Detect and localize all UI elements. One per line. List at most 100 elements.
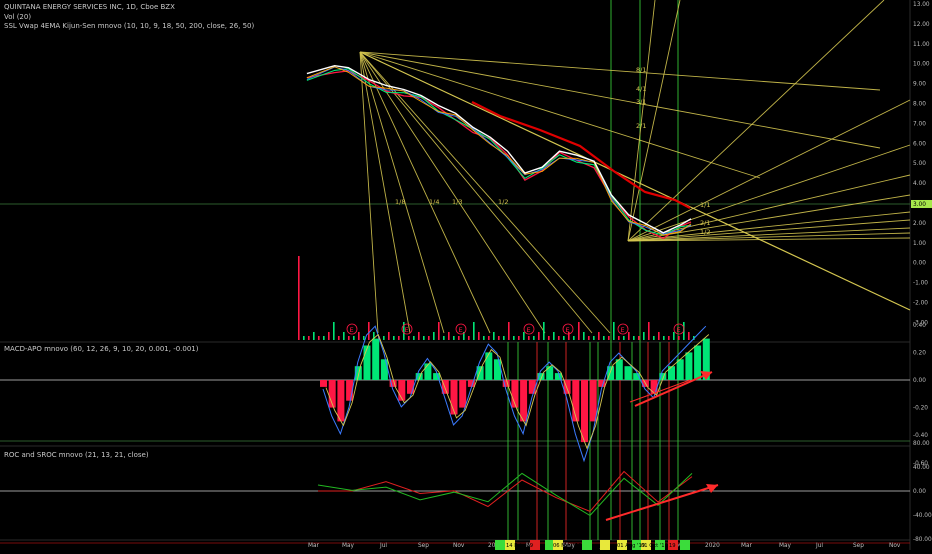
time-axis-label: Mar — [308, 543, 320, 549]
macd-axis-label: 0.00 — [913, 378, 926, 384]
volume-bar — [298, 256, 300, 340]
price-axis-label: 6.00 — [913, 141, 926, 147]
fan-line — [627, 0, 885, 242]
volume-bar — [593, 336, 595, 340]
fan-label: 8/1 — [636, 66, 646, 74]
volume-bar — [443, 336, 445, 340]
volume-bar — [688, 332, 690, 340]
volume-bar — [438, 322, 440, 340]
volume-bar — [493, 332, 495, 340]
fan-line — [627, 219, 911, 242]
macd-indicator-label[interactable]: MACD-APO mnovo (60, 12, 26, 9, 10, 20, 0… — [4, 345, 199, 353]
macd-bar — [372, 338, 380, 380]
volume-bar — [653, 336, 655, 340]
fan-label: 2/1 — [636, 122, 646, 130]
time-axis-label: Nov — [453, 543, 465, 549]
earnings-label: E — [527, 326, 531, 334]
macd-axis-label: -0.20 — [913, 406, 928, 412]
price-line-blue — [306, 66, 692, 235]
fan-label: 1/2 — [700, 228, 710, 236]
price-axis[interactable]: 13.00 12.00 11.00 10.00 9.00 8.00 7.00 6.00 5.00… — [911, 2, 932, 543]
macd-bar — [528, 380, 536, 394]
volume-bar — [558, 336, 560, 340]
roc-axis-label: 80.00 — [913, 441, 930, 447]
time-axis-label: 2020 — [705, 543, 720, 549]
fan-label: 4/1 — [636, 85, 646, 93]
macd-bar — [546, 366, 554, 380]
fan-line — [359, 51, 491, 334]
date-tag — [600, 540, 610, 550]
macd-bar — [363, 345, 371, 380]
time-axis-label: May — [342, 543, 355, 549]
volume-bar — [663, 336, 665, 340]
earnings-label: E — [459, 326, 463, 334]
date-tag-label: 19 — [669, 543, 676, 549]
time-axis-label: May — [779, 543, 792, 549]
time-axis-label: Mar — [741, 543, 753, 549]
volume-bar — [598, 332, 600, 340]
macd-bar — [494, 359, 501, 380]
fan-line — [627, 0, 681, 242]
roc-axis-label: -40.00 — [913, 513, 932, 519]
ssl-indicator-label[interactable]: SSL Vwap 4EMA Kijun-Sen mnovo (10, 10, 9… — [4, 22, 254, 30]
price-tag-label: 3.00 — [913, 202, 926, 208]
chart-root: 1/8 1/4 1/3 1/2 8/1 4/1 3/1 2/1 1/1 2/1 1/2 EEEEEE… — [0, 0, 932, 550]
volume-bar — [563, 336, 565, 340]
volume-bar — [548, 336, 550, 340]
time-axis-label: Nov — [889, 543, 901, 549]
volume-bar — [583, 332, 585, 340]
date-tag-label: 14 Feb '19 — [506, 543, 533, 549]
volume-bar — [383, 336, 385, 340]
macd-axis-label: -0.40 — [913, 433, 928, 439]
volume-bar — [393, 336, 395, 340]
volume-bar — [363, 336, 365, 340]
time-axis[interactable]: MarMayJulSepNov2019MarMayJulSepNov2020Ma… — [308, 540, 901, 550]
macd-panel — [320, 325, 713, 463]
macd-bar — [485, 352, 493, 380]
volume-bar — [388, 332, 390, 340]
price-axis-label: 8.00 — [913, 102, 926, 108]
volume-bar — [398, 336, 400, 340]
volume-bar — [543, 322, 545, 340]
volume-bar — [423, 336, 425, 340]
volume-bar — [523, 332, 525, 340]
trend-arrow — [605, 484, 719, 521]
macd-bar — [624, 366, 632, 380]
roc-indicator-label[interactable]: ROC and SROC mnovo (21, 13, 21, close) — [4, 451, 149, 459]
vol-indicator-label[interactable]: Vol (20) — [4, 13, 31, 21]
price-axis-label: 5.00 — [913, 161, 926, 167]
symbol-title[interactable]: QUINTANA ENERGY SERVICES INC, 1D, Cboe B… — [4, 3, 175, 11]
price-axis-label: 12.00 — [913, 22, 930, 28]
roc-line — [318, 470, 693, 512]
date-tag-label: 06 May '19 — [553, 543, 582, 549]
macd-bar — [668, 366, 675, 380]
macd-bar — [694, 345, 702, 380]
earnings-label: E — [566, 326, 570, 334]
volume-bar — [623, 336, 625, 340]
price-axis-label: 4.00 — [913, 181, 926, 187]
volume-bar — [518, 336, 520, 340]
volume-bar — [508, 322, 510, 340]
volume-bar — [448, 332, 450, 340]
roc-axis-label: -80.00 — [913, 537, 932, 543]
price-axis-label: 10.00 — [913, 62, 930, 68]
time-axis-label: Jul — [379, 543, 387, 549]
macd-bar — [581, 380, 588, 443]
volume-bar — [648, 322, 650, 340]
volume-bar — [408, 336, 410, 340]
macd-bar — [676, 359, 684, 380]
macd-bar — [424, 363, 432, 380]
price-line-green — [306, 68, 692, 236]
volume-bar — [503, 336, 505, 340]
macd-bar — [320, 380, 327, 387]
earnings-label: E — [621, 326, 625, 334]
volume-bar — [608, 336, 610, 340]
macd-bar — [589, 380, 597, 422]
price-axis-label: -2.00 — [913, 301, 928, 307]
time-axis-label: Jul — [815, 543, 823, 549]
volume-bar — [453, 336, 455, 340]
price-axis-label: 7.00 — [913, 121, 926, 127]
roc-axis-label: 0.00 — [913, 489, 926, 495]
price-axis-label: 0.00 — [913, 261, 926, 267]
volume-bar — [638, 336, 640, 340]
